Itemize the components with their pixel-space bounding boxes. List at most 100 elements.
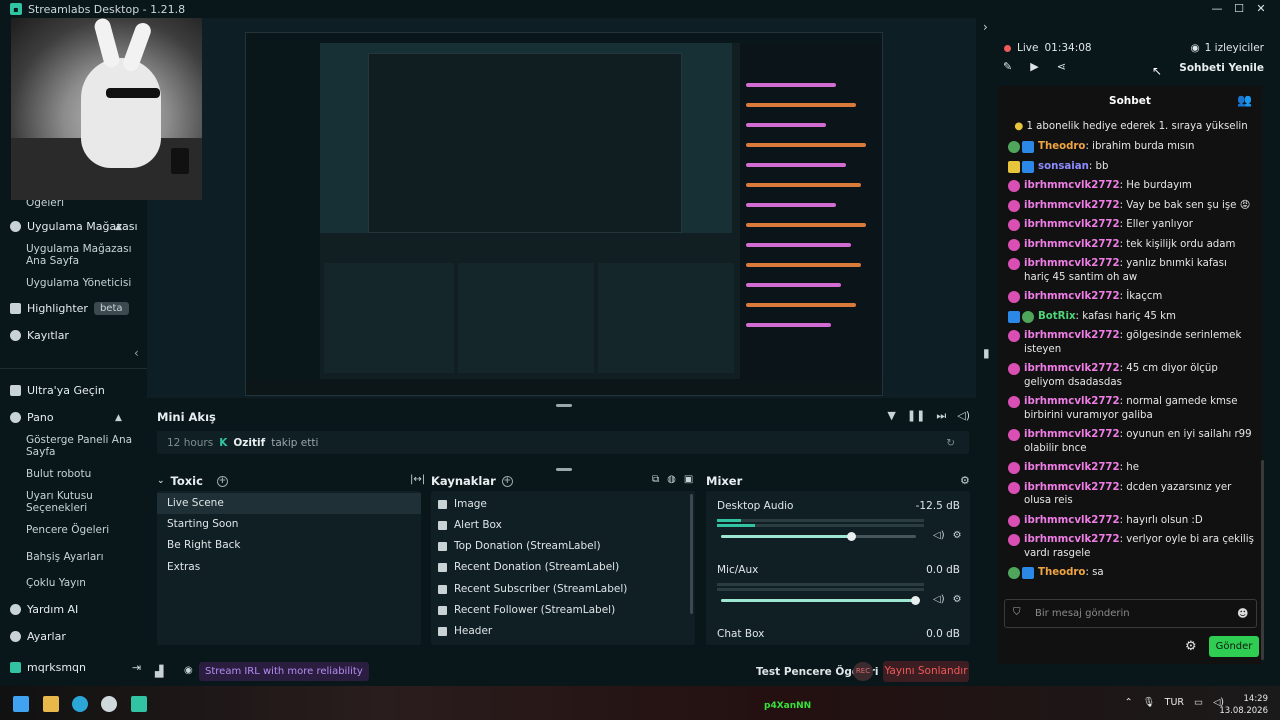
steam-icon[interactable] <box>101 696 117 712</box>
chat-input[interactable]: Bir mesaj gönderin <box>1004 599 1257 628</box>
chevron-down-icon[interactable]: ⌄ <box>157 476 165 486</box>
chat-username[interactable]: ibrhmmcvlk2772 <box>1024 239 1120 250</box>
gear-icon[interactable]: ⚙ <box>953 530 962 541</box>
sidebar-item-widgets-window[interactable]: Pencere Ögeleri <box>26 524 136 536</box>
maximize-button[interactable]: ☐ <box>1228 0 1250 18</box>
end-stream-button[interactable]: Yayını Sonlandır <box>883 661 969 682</box>
group-icon[interactable]: ◍ <box>667 474 676 485</box>
source-item[interactable]: Header <box>438 625 492 637</box>
repeat-alert-icon[interactable]: ↻ <box>946 437 955 449</box>
pause-icon[interactable]: ❚❚ <box>907 409 925 423</box>
scene-item[interactable]: Starting Soon <box>157 514 421 535</box>
emoji-icon[interactable]: ☻ <box>1237 607 1248 620</box>
sidebar-item-account[interactable]: mqrksmqn ⇥ <box>10 661 141 674</box>
source-item[interactable]: Recent Donation (StreamLabel) <box>438 561 619 573</box>
sidebar-item-cloudbot[interactable]: Bulut robotu <box>26 468 136 480</box>
sidebar-item-settings[interactable]: Ayarlar <box>10 630 66 643</box>
source-item[interactable]: Recent Subscriber (StreamLabel) <box>438 583 627 595</box>
network-icon[interactable]: ▭ <box>1194 697 1203 708</box>
volume-slider[interactable] <box>721 532 916 541</box>
chat-username[interactable]: ibrhmmcvlk2772 <box>1024 515 1120 526</box>
chat-username[interactable]: ibrhmmcvlk2772 <box>1024 219 1120 230</box>
logout-icon[interactable]: ⇥ <box>132 661 141 674</box>
chat-username[interactable]: ibrhmmcvlk2772 <box>1024 180 1120 191</box>
scene-item[interactable]: Extras <box>157 557 421 578</box>
file-explorer-icon[interactable] <box>43 696 59 712</box>
chevron-up-icon[interactable]: ▲ <box>115 413 122 423</box>
refresh-chat-button[interactable]: Sohbeti Yenile <box>1179 62 1264 74</box>
chat-username[interactable]: ibrhmmcvlk2772 <box>1024 396 1120 407</box>
scene-item[interactable]: Live Scene <box>157 493 421 514</box>
streamlabs-taskbar-icon[interactable] <box>131 696 147 712</box>
gear-icon[interactable]: ⚙ <box>953 594 962 605</box>
volume-slider[interactable] <box>721 596 920 605</box>
source-item[interactable]: Recent Follower (StreamLabel) <box>438 604 615 616</box>
chat-username[interactable]: ibrhmmcvlk2772 <box>1024 363 1120 374</box>
chat-username[interactable]: ibrhmmcvlk2772 <box>1024 534 1120 545</box>
chat-username[interactable]: ibrhmmcvlk2772 <box>1024 482 1120 493</box>
gear-icon[interactable]: ⚙ <box>960 474 970 487</box>
chat-username[interactable]: ibrhmmcvlk2772 <box>1024 429 1120 440</box>
studio-mode-icon[interactable]: ⧉ <box>652 474 659 485</box>
close-button[interactable]: ✕ <box>1250 0 1272 18</box>
chat-username[interactable]: Theodro <box>1038 567 1085 578</box>
scene-collection-name[interactable]: Toxic <box>171 474 203 488</box>
chat-username[interactable]: ibrhmmcvlk2772 <box>1024 330 1120 341</box>
chevron-up-icon[interactable]: ⌃ <box>1125 697 1133 708</box>
edge-icon[interactable] <box>72 696 88 712</box>
send-button[interactable]: Gönder <box>1209 636 1259 657</box>
folder-icon[interactable]: ▣ <box>684 474 693 485</box>
chevron-right-icon[interactable]: › <box>983 20 988 34</box>
mute-icon[interactable]: ◁) <box>957 409 970 423</box>
sidebar-item-help-ai[interactable]: Yardım AI <box>10 603 78 616</box>
resize-handle[interactable] <box>556 404 572 407</box>
sources-scrollbar[interactable] <box>690 494 693 614</box>
sidebar-item-tip-settings[interactable]: Bahşiş Ayarları <box>26 551 136 563</box>
chat-username[interactable]: Theodro <box>1038 141 1085 152</box>
resize-handle-vertical[interactable]: ▮ <box>983 346 990 360</box>
performance-icon[interactable]: ▟ <box>155 665 163 678</box>
collapse-sidebar-icon[interactable]: ‹ <box>134 346 139 360</box>
add-source-button[interactable]: + <box>501 475 513 487</box>
microphone-icon[interactable]: 🎙 <box>1143 697 1155 708</box>
source-item[interactable]: Top Donation (StreamLabel) <box>438 540 601 552</box>
share-icon[interactable]: ⋖ <box>1057 60 1066 73</box>
chat-username[interactable]: ibrhmmcvlk2772 <box>1024 200 1120 211</box>
chat-scrollbar[interactable] <box>1261 460 1264 660</box>
sidebar-item-recordings[interactable]: Kayıtlar <box>10 329 69 342</box>
clip-icon[interactable]: ▶ <box>1030 60 1038 73</box>
sidebar-item-ultra[interactable]: Ultra'ya Geçin <box>10 384 105 397</box>
filter-icon[interactable]: ▼ <box>887 409 895 423</box>
chat-settings-icon[interactable]: ⚙ <box>1185 639 1197 654</box>
taskbar-clock[interactable]: 14:29 13.08.2026 <box>1219 693 1268 717</box>
sidebar-item-multistream[interactable]: Çoklu Yayın <box>26 577 136 589</box>
sidebar-item-alert-box-settings[interactable]: Uyarı Kutusu Seçenekleri <box>26 490 136 514</box>
language-indicator[interactable]: TUR <box>1165 697 1184 708</box>
scene-item[interactable]: Be Right Back <box>157 535 421 556</box>
record-button[interactable]: REC <box>853 662 873 681</box>
resize-handle[interactable] <box>556 468 572 471</box>
chat-username[interactable]: ibrhmmcvlk2772 <box>1024 291 1120 302</box>
speaker-icon[interactable]: ◁) <box>933 594 945 605</box>
sidebar-item-dashboard-home[interactable]: Gösterge Paneli Ana Sayfa <box>26 434 136 458</box>
edit-icon[interactable]: ✎ <box>1003 60 1012 73</box>
chevron-up-icon[interactable]: ▲ <box>115 222 122 232</box>
transition-icon[interactable]: |↔| <box>410 474 425 485</box>
sidebar-item-highlighter[interactable]: Highlighter beta <box>10 302 129 315</box>
source-item[interactable]: Alert Box <box>438 519 502 531</box>
source-item[interactable]: Image <box>438 498 487 510</box>
chat-username[interactable]: ibrhmmcvlk2772 <box>1024 462 1120 473</box>
add-scene-button[interactable]: + <box>216 475 228 487</box>
windows-start-icon[interactable] <box>13 696 29 712</box>
stream-irl-button[interactable]: Stream IRL with more reliability <box>199 662 369 681</box>
minimize-button[interactable]: — <box>1206 0 1228 18</box>
skip-icon[interactable]: ⏭ <box>936 409 946 423</box>
chat-username[interactable]: BotRix <box>1038 311 1076 322</box>
sidebar-item-app-store-home[interactable]: Uygulama Mağazası Ana Sayfa <box>26 243 136 267</box>
sidebar-item-app-manager[interactable]: Uygulama Yöneticisi <box>26 277 136 289</box>
sidebar-item-dashboard[interactable]: Pano <box>10 411 54 424</box>
speaker-icon[interactable]: ◁) <box>933 530 945 541</box>
chat-username[interactable]: ibrhmmcvlk2772 <box>1024 258 1120 269</box>
users-icon[interactable]: 👥 <box>1237 93 1252 107</box>
chat-username[interactable]: sonsaian <box>1038 161 1089 172</box>
